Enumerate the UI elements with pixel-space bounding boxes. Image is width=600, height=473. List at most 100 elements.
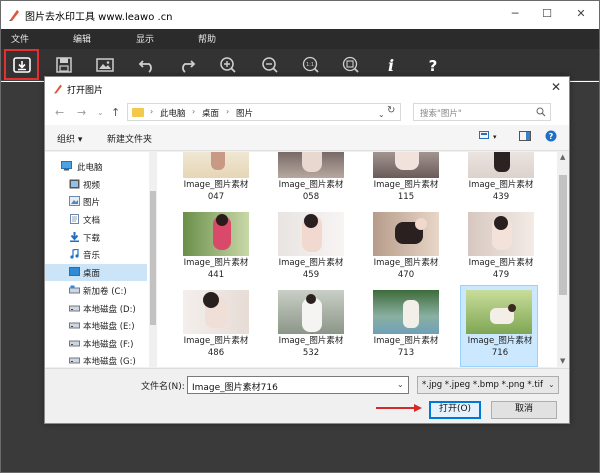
breadcrumb-desktop[interactable]: 桌面: [202, 107, 219, 119]
undo-icon[interactable]: [134, 53, 160, 77]
sidebar-item-this-pc[interactable]: 此电脑: [45, 158, 147, 175]
sidebar-scroll-thumb[interactable]: [150, 191, 156, 325]
navigation-bar: ← → ⌄ ↑ › 此电脑 › 桌面 › 图片 ⌄ ↻ 搜索"图片": [45, 99, 569, 125]
help-circle-icon[interactable]: ?: [545, 130, 557, 142]
command-bar: 组织 ▾ 新建文件夹 ▾ ?: [45, 125, 569, 151]
sidebar-item-drive-g[interactable]: 本地磁盘 (G:): [45, 352, 147, 369]
save-icon[interactable]: [51, 53, 77, 77]
file-tile-486[interactable]: Image_图片素材 486: [177, 288, 255, 367]
back-icon[interactable]: ←: [55, 106, 64, 119]
scroll-down-icon[interactable]: ▼: [560, 357, 565, 365]
redo-icon[interactable]: [174, 53, 200, 77]
sidebar-item-videos[interactable]: 视频: [45, 176, 147, 193]
filename-value: Image_图片素材716: [192, 383, 278, 393]
refresh-icon[interactable]: ↻: [387, 105, 395, 116]
image-thumbnail: [468, 152, 534, 178]
file-tile-716[interactable]: Image_图片素材 716: [460, 285, 538, 367]
sidebar-item-desktop[interactable]: 桌面: [45, 264, 147, 281]
minimize-icon[interactable]: ─: [500, 5, 530, 23]
file-number: 532: [302, 348, 320, 358]
file-tile-713[interactable]: Image_图片素材 713: [367, 288, 445, 367]
image-thumbnail: [373, 152, 439, 178]
file-name: Image_图片素材: [468, 180, 534, 190]
file-number: 439: [492, 192, 510, 202]
zoom-in-icon[interactable]: [215, 53, 241, 77]
menu-help[interactable]: 帮助: [198, 32, 216, 45]
view-dropdown-icon[interactable]: ▾: [493, 133, 497, 141]
organize-button[interactable]: 组织 ▾: [57, 132, 82, 145]
address-dropdown-icon[interactable]: ⌄: [378, 110, 385, 119]
file-name: Image_图片素材: [373, 336, 439, 346]
actual-size-icon[interactable]: 1:1: [298, 53, 324, 77]
file-tile-532[interactable]: Image_图片素材 532: [272, 288, 350, 367]
sidebar-item-pictures[interactable]: 图片: [45, 193, 147, 210]
sidebar-item-drive-c[interactable]: 新加卷 (C:): [45, 282, 147, 299]
breadcrumb-separator: ›: [150, 107, 154, 116]
scroll-up-icon[interactable]: ▲: [560, 153, 565, 161]
sidebar-item-downloads[interactable]: 下载: [45, 229, 147, 246]
sidebar-item-music[interactable]: 音乐: [45, 246, 147, 263]
preview-pane-icon[interactable]: [519, 131, 531, 141]
sidebar-item-documents[interactable]: 文档: [45, 211, 147, 228]
drive-icon: [69, 285, 80, 294]
breadcrumb-this-pc[interactable]: 此电脑: [160, 107, 186, 119]
file-tile-441[interactable]: Image_图片素材 441: [177, 210, 255, 290]
file-list-scroll-thumb[interactable]: [559, 175, 567, 295]
pointer-arrow: [376, 404, 422, 412]
up-icon[interactable]: ↑: [111, 106, 120, 119]
file-number: 115: [397, 192, 415, 202]
file-tile-479[interactable]: Image_图片素材 479: [462, 210, 540, 290]
sidebar-item-label: 音乐: [83, 251, 101, 261]
open-button[interactable]: 打开(O): [429, 401, 481, 419]
image-icon[interactable]: [92, 53, 118, 77]
file-tile-470[interactable]: Image_图片素材 470: [367, 210, 445, 290]
file-name: Image_图片素材: [278, 336, 344, 346]
recent-locations-icon[interactable]: ⌄: [97, 108, 104, 117]
search-input[interactable]: 搜索"图片": [413, 103, 551, 121]
filetype-dropdown-icon[interactable]: ⌄: [548, 380, 555, 389]
app-logo-icon: [9, 10, 19, 21]
image-thumbnail: [466, 290, 532, 334]
file-tile-058[interactable]: Image_图片素材 058: [272, 152, 350, 212]
file-name: Image_图片素材: [278, 258, 344, 268]
menu-file[interactable]: 文件: [11, 32, 29, 45]
file-tile-115[interactable]: Image_图片素材 115: [367, 152, 445, 212]
zoom-out-icon[interactable]: [257, 53, 283, 77]
address-bar[interactable]: › 此电脑 › 桌面 › 图片 ⌄: [127, 103, 401, 121]
sidebar-item-drive-e[interactable]: 本地磁盘 (E:): [45, 317, 147, 334]
file-number: 459: [302, 270, 320, 280]
breadcrumb-pictures[interactable]: 图片: [236, 107, 253, 119]
desktop-folder-icon: [69, 267, 80, 276]
menu-edit[interactable]: 编辑: [73, 32, 91, 45]
file-tile-459[interactable]: Image_图片素材 459: [272, 210, 350, 290]
file-number: 713: [397, 348, 415, 358]
sidebar-item-drive-d[interactable]: 本地磁盘 (D:): [45, 300, 147, 317]
filename-field[interactable]: Image_图片素材716: [187, 376, 409, 394]
sidebar-item-label: 下载: [83, 234, 101, 244]
cancel-button[interactable]: 取消: [491, 401, 557, 419]
file-tile-439[interactable]: Image_图片素材 439: [462, 152, 540, 212]
computer-icon: [61, 161, 72, 171]
help-icon[interactable]: ?: [420, 53, 446, 77]
menu-view[interactable]: 显示: [136, 32, 154, 45]
forward-icon[interactable]: →: [77, 106, 86, 119]
dialog-close-icon[interactable]: ✕: [551, 80, 561, 94]
file-name: Image_图片素材: [183, 336, 249, 346]
sidebar-item-drive-f[interactable]: 本地磁盘 (F:): [45, 335, 147, 352]
pictures-folder-icon: [69, 196, 80, 206]
image-thumbnail: [468, 212, 534, 256]
filename-dropdown-icon[interactable]: ⌄: [397, 380, 404, 389]
change-view-icon[interactable]: [479, 131, 491, 141]
new-folder-button[interactable]: 新建文件夹: [107, 132, 152, 145]
filetype-select[interactable]: *.jpg *.jpeg *.bmp *.png *.tif: [417, 376, 559, 394]
app-logo-icon: [54, 84, 62, 94]
documents-folder-icon: [70, 214, 79, 224]
close-icon[interactable]: ✕: [566, 5, 596, 23]
sidebar-item-label: 新加卷 (C:): [83, 287, 127, 297]
maximize-icon[interactable]: ☐: [532, 5, 562, 23]
fit-window-icon[interactable]: [338, 53, 364, 77]
file-list: Image_图片素材 047 Image_图片素材 058 Image_图片素材…: [157, 152, 557, 367]
file-number: 716: [491, 348, 509, 358]
file-tile-047[interactable]: Image_图片素材 047: [177, 152, 255, 212]
info-icon[interactable]: i: [378, 53, 404, 77]
